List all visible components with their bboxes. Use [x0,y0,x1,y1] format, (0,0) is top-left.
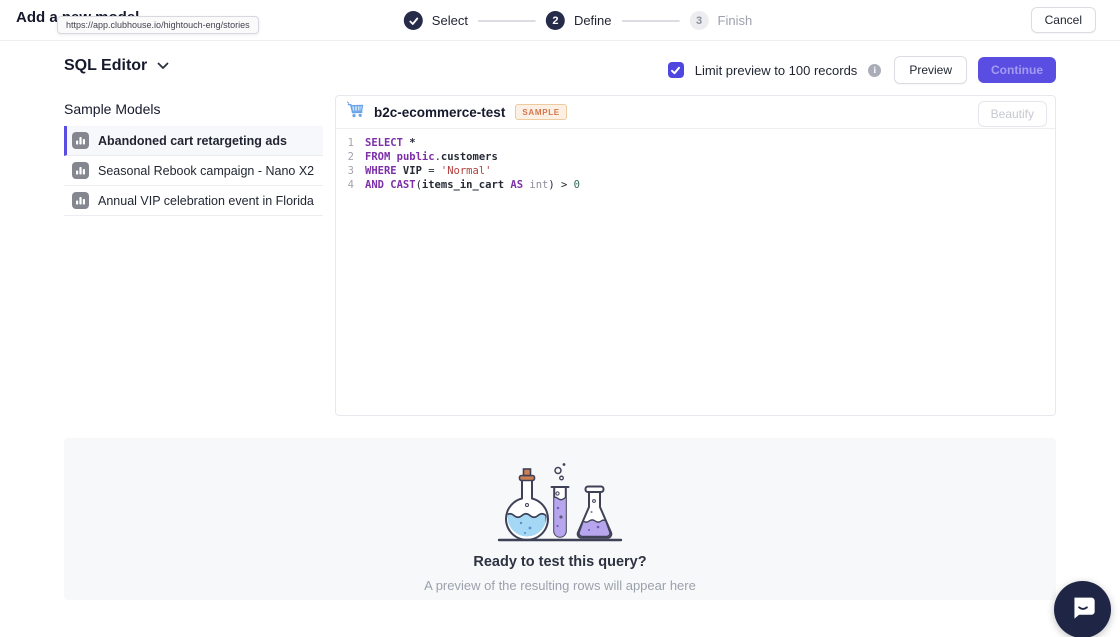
preview-subtitle: A preview of the resulting rows will app… [64,578,1056,593]
sample-models-heading: Sample Models [64,101,161,117]
info-icon[interactable]: i [868,64,881,77]
model-item-label: Seasonal Rebook campaign - Nano X2 [98,164,314,178]
sample-models-list: Abandoned cart retargeting ads Seasonal … [64,126,323,216]
sample-model-item[interactable]: Seasonal Rebook campaign - Nano X2 [64,156,323,186]
chat-launcher-button[interactable] [1054,581,1111,637]
step-connector [622,20,680,22]
editor-type-dropdown[interactable]: SQL Editor [64,57,169,75]
continue-button[interactable]: Continue [978,57,1056,83]
sample-model-item[interactable]: Abandoned cart retargeting ads [64,126,323,156]
add-model-page: Add a new model https://app.clubhouse.io… [0,0,1120,637]
model-item-label: Annual VIP celebration event in Florida [98,194,314,208]
model-item-label: Abandoned cart retargeting ads [98,134,287,148]
sql-editor-panel: b2c-ecommerce-test SAMPLE Beautify 1SELE… [335,95,1056,416]
line-number: 1 [336,136,354,150]
step-finish: 3 Finish [690,11,753,30]
sample-badge: SAMPLE [515,104,567,120]
code-line: 2FROM public.customers [336,150,1055,164]
code-line: 4AND CAST(items_in_cart AS int) > 0 [336,178,1055,192]
step-number: 3 [690,11,709,30]
line-number: 4 [336,178,354,192]
limit-label: Limit preview to 100 records [695,63,858,78]
sql-panel-header: b2c-ecommerce-test SAMPLE Beautify [336,96,1055,129]
preview-placeholder-panel: Ready to test this query? A preview of t… [64,438,1056,600]
shopping-cart-icon [346,100,366,125]
sample-model-item[interactable]: Annual VIP celebration event in Florida [64,186,323,216]
limit-checkbox[interactable] [668,62,684,78]
code-lines: 1SELECT *2FROM public.customers3WHERE VI… [336,136,1055,192]
beautify-button[interactable]: Beautify [978,101,1047,127]
step-define[interactable]: 2 Define [546,11,612,30]
bar-chart-icon [72,192,89,209]
chevron-down-icon [157,57,169,75]
step-select[interactable]: Select [404,11,468,30]
bar-chart-icon [72,162,89,179]
sql-code-editor[interactable]: 1SELECT *2FROM public.customers3WHERE VI… [336,129,1055,408]
bar-chart-icon [72,132,89,149]
stepper: Select 2 Define 3 Finish [404,0,752,41]
cancel-button[interactable]: Cancel [1031,7,1096,33]
preview-controls: Limit preview to 100 records i Preview C… [668,57,1056,83]
preview-button[interactable]: Preview [894,56,967,84]
line-number: 2 [336,150,354,164]
flasks-illustration [64,451,1056,550]
step-connector [478,20,536,22]
code-line: 1SELECT * [336,136,1055,150]
top-header: Add a new model https://app.clubhouse.io… [0,0,1120,41]
chat-bubble-icon [1069,593,1097,626]
step-check-icon [404,11,423,30]
preview-title: Ready to test this query? [64,554,1056,570]
code-line: 3WHERE VIP = 'Normal' [336,164,1055,178]
step-number: 2 [546,11,565,30]
line-number: 3 [336,164,354,178]
url-tooltip: https://app.clubhouse.io/hightouch-eng/s… [57,16,259,34]
model-name: b2c-ecommerce-test [374,105,505,120]
